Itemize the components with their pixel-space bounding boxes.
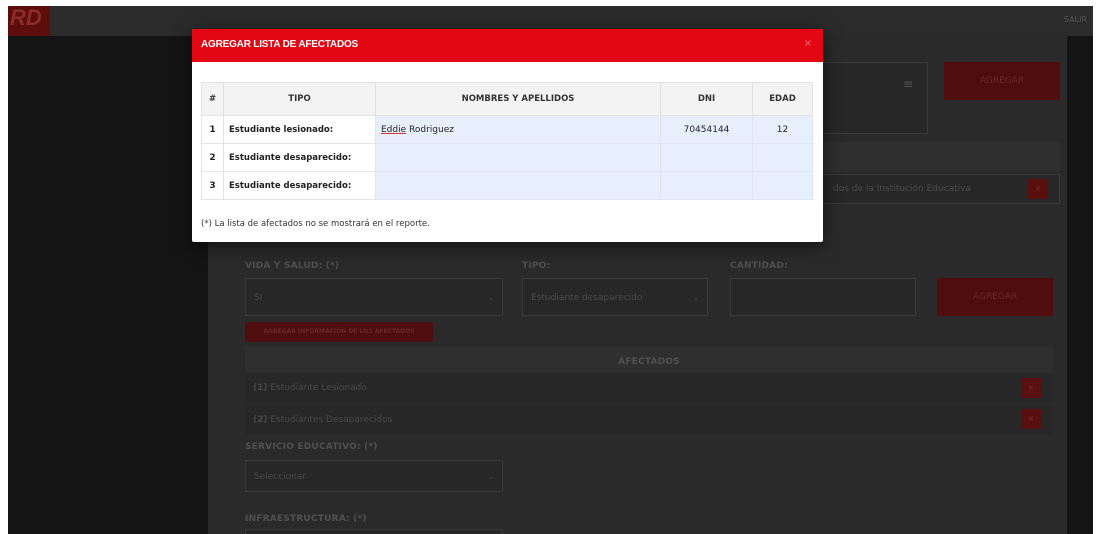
sidebar (8, 36, 208, 534)
tipo-value: Estudiante desaparecido (531, 293, 643, 303)
nombres-cell[interactable] (375, 143, 661, 172)
vida-label: VIDA Y SALUD: (*) (245, 261, 340, 271)
agregar-info-button[interactable]: AGREGAR INFORMACIÓN DE LOS AFECTADOS (245, 322, 433, 342)
logout-link[interactable]: SALIR (1064, 15, 1087, 24)
right-panel (1067, 36, 1093, 534)
infra-select[interactable] (245, 529, 503, 534)
delete-ie-button[interactable]: × (1028, 179, 1048, 199)
column-header-edad: EDAD (752, 82, 813, 116)
column-header-dni: DNI (660, 82, 753, 116)
afectado-row: (2) Estudiantes Desaparecidos (245, 406, 1053, 434)
row-number: 1 (201, 115, 224, 144)
modal-title: AGREGAR LISTA DE AFECTADOS (201, 39, 359, 50)
edad-cell[interactable] (752, 171, 813, 200)
app-logo: RDriesgo desastres (8, 6, 50, 42)
agregar-button[interactable]: AGREGAR (937, 278, 1053, 316)
dni-cell[interactable] (660, 143, 753, 172)
modal-header: AGREGAR LISTA DE AFECTADOS × (192, 29, 823, 62)
afectados-modal: AGREGAR LISTA DE AFECTADOS × # TIPO NOMB… (192, 29, 823, 242)
nombres-cell[interactable] (375, 171, 661, 200)
dni-cell[interactable] (660, 171, 753, 200)
column-header-nombres: NOMBRES Y APELLIDOS (375, 82, 661, 116)
servicio-select[interactable]: Seleccionar ⌄ (245, 460, 503, 492)
menu-icon: ≡ (902, 77, 913, 91)
table-row: 2 Estudiante desaparecido: (201, 143, 813, 172)
nombres-cell[interactable]: Eddie Rodriguez (375, 115, 661, 144)
table-row: 3 Estudiante desaparecido: (201, 171, 813, 200)
chevron-down-icon: ⌄ (488, 294, 494, 302)
infra-label: INFRAESTRUCTURA: (*) (245, 514, 367, 524)
vida-value: SI (254, 293, 263, 303)
edad-cell[interactable]: 12 (752, 115, 813, 144)
close-icon[interactable]: × (802, 38, 814, 50)
row-tipo: Estudiante desaparecido: (223, 171, 376, 200)
afectado-row: (1) Estudiante Lesionado (245, 374, 1053, 402)
row-tipo: Estudiante lesionado: (223, 115, 376, 144)
footnote: (*) La lista de afectados no se mostrará… (201, 219, 430, 229)
tipo-label: TIPO: (522, 261, 551, 271)
agregar-top-button[interactable]: AGREGAR (944, 62, 1060, 100)
column-header-number: # (201, 82, 224, 116)
table-header-row: # TIPO NOMBRES Y APELLIDOS DNI EDAD (201, 82, 813, 116)
servicio-label: SERVICIO EDUCATIVO: (*) (245, 442, 378, 452)
dni-cell[interactable]: 70454144 (660, 115, 753, 144)
servicio-value: Seleccionar (254, 472, 307, 482)
chevron-down-icon: ⌄ (693, 294, 699, 302)
row-number: 3 (201, 171, 224, 200)
cantidad-label: CANTIDAD: (730, 261, 788, 271)
cantidad-input[interactable] (730, 278, 916, 316)
vida-select[interactable]: SI ⌄ (245, 278, 503, 316)
chevron-down-icon: ⌄ (488, 473, 494, 481)
afectados-header: AFECTADOS (245, 346, 1053, 372)
delete-afectado-button[interactable]: × (1021, 409, 1041, 429)
afectados-table: # TIPO NOMBRES Y APELLIDOS DNI EDAD 1 Es… (201, 82, 813, 200)
row-tipo: Estudiante desaparecido: (223, 143, 376, 172)
ie-text: dos de la Institución Educativa (833, 184, 972, 194)
table-row: 1 Estudiante lesionado: Eddie Rodriguez … (201, 115, 813, 144)
row-number: 2 (201, 143, 224, 172)
edad-cell[interactable] (752, 143, 813, 172)
tipo-select[interactable]: Estudiante desaparecido ⌄ (522, 278, 708, 316)
delete-afectado-button[interactable]: × (1021, 378, 1041, 398)
column-header-tipo: TIPO (223, 82, 376, 116)
